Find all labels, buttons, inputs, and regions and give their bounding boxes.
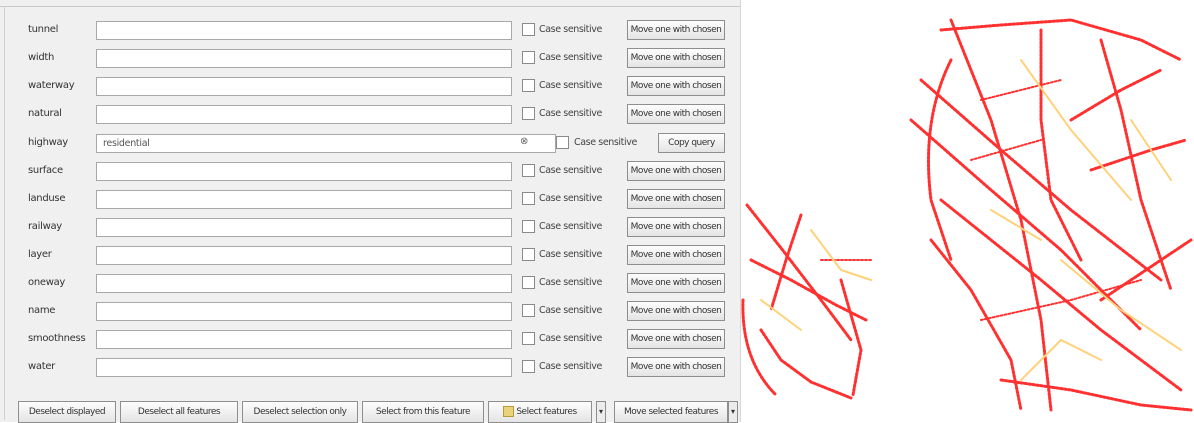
select-icon <box>503 406 515 417</box>
case-sensitive-label: Case sensitive <box>539 24 602 35</box>
select-from-feature-button[interactable]: Select from this feature <box>362 401 484 423</box>
move-button[interactable]: Move one with chosen <box>627 189 725 209</box>
filter-row-oneway: oneway Case sensitive Move one with chos… <box>0 271 740 297</box>
case-sensitive-checkbox[interactable] <box>522 107 535 120</box>
case-sensitive-label: Case sensitive <box>539 52 602 63</box>
field-label: natural <box>28 108 62 119</box>
field-label: width <box>28 52 55 63</box>
case-sensitive-label: Case sensitive <box>539 221 602 232</box>
select-features-label: Select features <box>516 407 577 417</box>
case-sensitive-label: Case sensitive <box>539 249 602 260</box>
move-button[interactable]: Move one with chosen <box>627 104 725 124</box>
move-button[interactable]: Move one with chosen <box>627 357 725 377</box>
attribute-filter-dialog: tunnel Case sensitive Move one with chos… <box>0 0 741 423</box>
field-label: waterway <box>28 80 75 91</box>
case-sensitive-checkbox[interactable] <box>522 192 535 205</box>
filter-input[interactable]: residential <box>96 134 556 153</box>
filter-row-name: name Case sensitive Move one with chosen <box>0 299 740 325</box>
filter-row-landuse: landuse Case sensitive Move one with cho… <box>0 187 740 213</box>
field-label: tunnel <box>28 24 59 35</box>
clear-icon[interactable]: ⊗ <box>520 136 528 147</box>
filter-row-layer: layer Case sensitive Move one with chose… <box>0 243 740 269</box>
move-button[interactable]: Move one with chosen <box>627 301 725 321</box>
field-label: smoothness <box>28 333 86 344</box>
field-label: oneway <box>28 277 66 288</box>
move-button[interactable]: Move one with chosen <box>627 273 725 293</box>
field-label: surface <box>28 165 63 176</box>
field-label: layer <box>28 249 52 260</box>
case-sensitive-checkbox[interactable] <box>522 360 535 373</box>
case-sensitive-label: Case sensitive <box>539 108 602 119</box>
field-label: highway <box>28 137 68 148</box>
case-sensitive-checkbox[interactable] <box>522 304 535 317</box>
move-button[interactable]: Move one with chosen <box>627 217 725 237</box>
case-sensitive-checkbox[interactable] <box>522 79 535 92</box>
field-label: railway <box>28 221 62 232</box>
filter-row-waterway: waterway Case sensitive Move one with ch… <box>0 74 740 100</box>
case-sensitive-checkbox[interactable] <box>556 136 569 149</box>
case-sensitive-label: Case sensitive <box>539 361 602 372</box>
filter-row-highway: highway residential ⊗ Case sensitive Cop… <box>0 131 740 157</box>
deselect-displayed-button[interactable]: Deselect displayed <box>18 401 116 423</box>
case-sensitive-checkbox[interactable] <box>522 248 535 261</box>
case-sensitive-checkbox[interactable] <box>522 276 535 289</box>
move-button[interactable]: Move one with chosen <box>627 245 725 265</box>
map-roads-right <box>909 18 1193 412</box>
case-sensitive-label: Case sensitive <box>539 277 602 288</box>
dialog-top-border <box>0 6 740 7</box>
filter-input[interactable] <box>96 162 512 181</box>
filter-input[interactable] <box>96 49 512 68</box>
filter-row-natural: natural Case sensitive Move one with cho… <box>0 102 740 128</box>
move-selected-dropdown[interactable]: ▾ <box>728 401 738 423</box>
case-sensitive-label: Case sensitive <box>539 333 602 344</box>
move-selected-button[interactable]: Move selected features <box>614 401 728 423</box>
case-sensitive-checkbox[interactable] <box>522 220 535 233</box>
case-sensitive-checkbox[interactable] <box>522 23 535 36</box>
copy-query-button[interactable]: Copy query <box>658 133 725 153</box>
filter-input[interactable] <box>96 21 512 40</box>
filter-input[interactable] <box>96 302 512 321</box>
select-features-button[interactable]: Select features <box>488 401 592 423</box>
deselect-selection-button[interactable]: Deselect selection only <box>242 401 358 423</box>
case-sensitive-label: Case sensitive <box>539 305 602 316</box>
case-sensitive-label: Case sensitive <box>539 165 602 176</box>
move-button[interactable]: Move one with chosen <box>627 48 725 68</box>
filter-input[interactable] <box>96 330 512 349</box>
move-button[interactable]: Move one with chosen <box>627 329 725 349</box>
case-sensitive-checkbox[interactable] <box>522 332 535 345</box>
case-sensitive-checkbox[interactable] <box>522 164 535 177</box>
filter-row-tunnel: tunnel Case sensitive Move one with chos… <box>0 18 740 44</box>
field-label: name <box>28 305 56 316</box>
case-sensitive-label: Case sensitive <box>539 80 602 91</box>
field-label: landuse <box>28 193 66 204</box>
move-button[interactable]: Move one with chosen <box>627 76 725 96</box>
filter-input[interactable] <box>96 218 512 237</box>
filter-input[interactable] <box>96 246 512 265</box>
filter-row-smoothness: smoothness Case sensitive Move one with … <box>0 327 740 353</box>
field-label: water <box>28 361 55 372</box>
filter-input[interactable] <box>96 190 512 209</box>
filter-input[interactable] <box>96 105 512 124</box>
filter-input[interactable] <box>96 274 512 293</box>
filter-row-railway: railway Case sensitive Move one with cho… <box>0 215 740 241</box>
deselect-all-button[interactable]: Deselect all features <box>120 401 238 423</box>
filter-row-width: width Case sensitive Move one with chose… <box>0 46 740 72</box>
map-canvas[interactable] <box>741 0 1194 422</box>
case-sensitive-label: Case sensitive <box>539 193 602 204</box>
filter-input[interactable] <box>96 358 512 377</box>
case-sensitive-label: Case sensitive <box>574 137 637 148</box>
filter-input[interactable] <box>96 77 512 96</box>
filter-row-water: water Case sensitive Move one with chose… <box>0 355 740 381</box>
case-sensitive-checkbox[interactable] <box>522 51 535 64</box>
select-features-dropdown[interactable]: ▾ <box>596 401 606 423</box>
map-roads-left <box>741 203 872 400</box>
move-button[interactable]: Move one with chosen <box>627 20 725 40</box>
move-button[interactable]: Move one with chosen <box>627 161 725 181</box>
filter-row-surface: surface Case sensitive Move one with cho… <box>0 159 740 185</box>
